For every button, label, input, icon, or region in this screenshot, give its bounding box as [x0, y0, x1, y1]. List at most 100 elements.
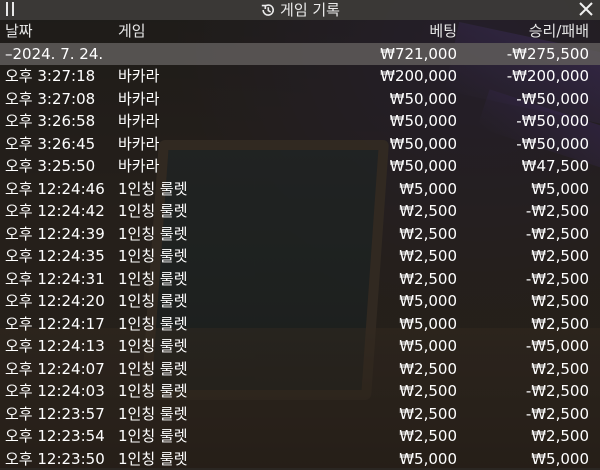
row-bet: ₩5,000 — [399, 178, 457, 201]
table-row[interactable]: 오후 12:23:50 1인칭 룰렛 ₩5,000 ₩5,000 — [0, 448, 600, 470]
row-time: 오후 12:23:57 — [5, 403, 105, 426]
row-time: 오후 12:24:20 — [5, 290, 105, 313]
table-row[interactable]: 오후 12:24:39 1인칭 룰렛 ₩2,500 -₩2,500 — [0, 223, 600, 246]
row-game: 1인칭 룰렛 — [118, 223, 188, 246]
table-row[interactable]: 오후 3:26:45 바카라 ₩50,000 -₩50,000 — [0, 133, 600, 156]
row-result: ₩47,500 — [522, 155, 589, 178]
row-time: 오후 12:24:03 — [5, 380, 105, 403]
row-bet: ₩2,500 — [399, 200, 457, 223]
row-bet: ₩2,500 — [399, 358, 457, 381]
row-game: 1인칭 룰렛 — [118, 358, 188, 381]
row-time: 오후 12:24:07 — [5, 358, 105, 381]
row-bet: ₩5,000 — [399, 335, 457, 358]
row-game: 1인칭 룰렛 — [118, 290, 188, 313]
row-result: -₩2,500 — [526, 380, 589, 403]
game-history-table: 날짜 게임 베팅 승리/패배 –2024. 7. 24. ₩721,000 -₩… — [0, 20, 600, 470]
table-row[interactable]: 오후 12:24:20 1인칭 룰렛 ₩5,000 ₩2,500 — [0, 290, 600, 313]
row-bet: ₩5,000 — [399, 448, 457, 470]
row-game: 바카라 — [118, 65, 159, 88]
column-header-result: 승리/패배 — [529, 20, 589, 43]
row-result: -₩2,500 — [526, 403, 589, 426]
row-time: 오후 3:25:50 — [5, 155, 95, 178]
row-bet: ₩2,500 — [399, 380, 457, 403]
row-result: -₩200,000 — [507, 65, 589, 88]
row-game: 바카라 — [118, 133, 159, 156]
row-game: 바카라 — [118, 155, 159, 178]
column-header-game: 게임 — [118, 20, 146, 43]
row-game: 1인칭 룰렛 — [118, 335, 188, 358]
table-row[interactable]: 오후 12:23:57 1인칭 룰렛 ₩2,500 -₩2,500 — [0, 403, 600, 426]
row-result: -₩50,000 — [516, 133, 589, 156]
row-game: 1인칭 룰렛 — [118, 245, 188, 268]
table-row[interactable]: 오후 12:23:54 1인칭 룰렛 ₩2,500 ₩2,500 — [0, 425, 600, 448]
row-time: 오후 12:23:54 — [5, 425, 105, 448]
row-bet: ₩2,500 — [399, 268, 457, 291]
table-row[interactable]: 오후 12:24:46 1인칭 룰렛 ₩5,000 ₩5,000 — [0, 178, 600, 201]
row-time: 오후 12:24:39 — [5, 223, 105, 246]
table-header: 날짜 게임 베팅 승리/패배 — [0, 20, 600, 43]
column-header-date: 날짜 — [5, 20, 33, 43]
page-title: 게임 기록 — [280, 0, 340, 20]
close-icon[interactable] — [578, 1, 594, 17]
row-game: 1인칭 룰렛 — [118, 178, 188, 201]
table-row[interactable]: 오후 12:24:17 1인칭 룰렛 ₩5,000 ₩2,500 — [0, 313, 600, 336]
row-result: -₩2,500 — [526, 268, 589, 291]
row-bet: ₩200,000 — [380, 65, 457, 88]
table-row[interactable]: 오후 12:24:31 1인칭 룰렛 ₩2,500 -₩2,500 — [0, 268, 600, 291]
date-summary-row[interactable]: –2024. 7. 24. ₩721,000 -₩275,500 — [0, 43, 600, 66]
row-result: ₩2,500 — [531, 358, 589, 381]
row-game: 1인칭 룰렛 — [118, 380, 188, 403]
row-bet: ₩50,000 — [390, 155, 457, 178]
row-game: 바카라 — [118, 110, 159, 133]
table-row[interactable]: 오후 3:26:58 바카라 ₩50,000 -₩50,000 — [0, 110, 600, 133]
row-game: 1인칭 룰렛 — [118, 425, 188, 448]
table-row[interactable]: 오후 3:25:50 바카라 ₩50,000 ₩47,500 — [0, 155, 600, 178]
row-time: 오후 12:24:13 — [5, 335, 105, 358]
row-bet: ₩5,000 — [399, 290, 457, 313]
row-bet: ₩50,000 — [390, 133, 457, 156]
row-time: 오후 3:26:45 — [5, 133, 95, 156]
row-result: ₩5,000 — [531, 448, 589, 470]
table-row[interactable]: 오후 12:24:03 1인칭 룰렛 ₩2,500 -₩2,500 — [0, 380, 600, 403]
table-row[interactable]: 오후 12:24:42 1인칭 룰렛 ₩2,500 -₩2,500 — [0, 200, 600, 223]
summary-result: -₩275,500 — [507, 43, 589, 66]
row-result: ₩2,500 — [531, 245, 589, 268]
row-time: 오후 3:27:18 — [5, 65, 95, 88]
table-row[interactable]: 오후 12:24:35 1인칭 룰렛 ₩2,500 ₩2,500 — [0, 245, 600, 268]
row-bet: ₩2,500 — [399, 245, 457, 268]
row-result: -₩50,000 — [516, 88, 589, 111]
column-header-bet: 베팅 — [429, 20, 457, 43]
row-result: -₩2,500 — [526, 223, 589, 246]
title-bar: 게임 기록 — [0, 0, 600, 20]
row-time: 오후 3:26:58 — [5, 110, 95, 133]
row-result: ₩2,500 — [531, 425, 589, 448]
row-bet: ₩2,500 — [399, 223, 457, 246]
row-game: 1인칭 룰렛 — [118, 200, 188, 223]
row-time: 오후 3:27:08 — [5, 88, 95, 111]
row-game: 1인칭 룰렛 — [118, 448, 188, 470]
row-bet: ₩50,000 — [390, 110, 457, 133]
summary-bet: ₩721,000 — [380, 43, 457, 66]
row-result: -₩2,500 — [526, 200, 589, 223]
row-result: ₩5,000 — [531, 178, 589, 201]
row-bet: ₩2,500 — [399, 425, 457, 448]
table-row[interactable]: 오후 12:24:07 1인칭 룰렛 ₩2,500 ₩2,500 — [0, 358, 600, 381]
row-time: 오후 12:24:46 — [5, 178, 105, 201]
row-result: ₩2,500 — [531, 313, 589, 336]
summary-date: –2024. 7. 24. — [5, 43, 103, 66]
table-row[interactable]: 오후 3:27:08 바카라 ₩50,000 -₩50,000 — [0, 88, 600, 111]
title-group: 게임 기록 — [0, 0, 600, 20]
row-time: 오후 12:24:17 — [5, 313, 105, 336]
row-time: 오후 12:24:35 — [5, 245, 105, 268]
table-row[interactable]: 오후 12:24:13 1인칭 룰렛 ₩5,000 -₩5,000 — [0, 335, 600, 358]
row-time: 오후 12:24:31 — [5, 268, 105, 291]
row-bet: ₩50,000 — [390, 88, 457, 111]
row-game: 바카라 — [118, 88, 159, 111]
row-time: 오후 12:24:42 — [5, 200, 105, 223]
row-time: 오후 12:23:50 — [5, 448, 105, 470]
table-row[interactable]: 오후 3:27:18 바카라 ₩200,000 -₩200,000 — [0, 65, 600, 88]
row-bet: ₩5,000 — [399, 313, 457, 336]
row-game: 1인칭 룰렛 — [118, 313, 188, 336]
row-game: 1인칭 룰렛 — [118, 268, 188, 291]
row-result: -₩50,000 — [516, 110, 589, 133]
